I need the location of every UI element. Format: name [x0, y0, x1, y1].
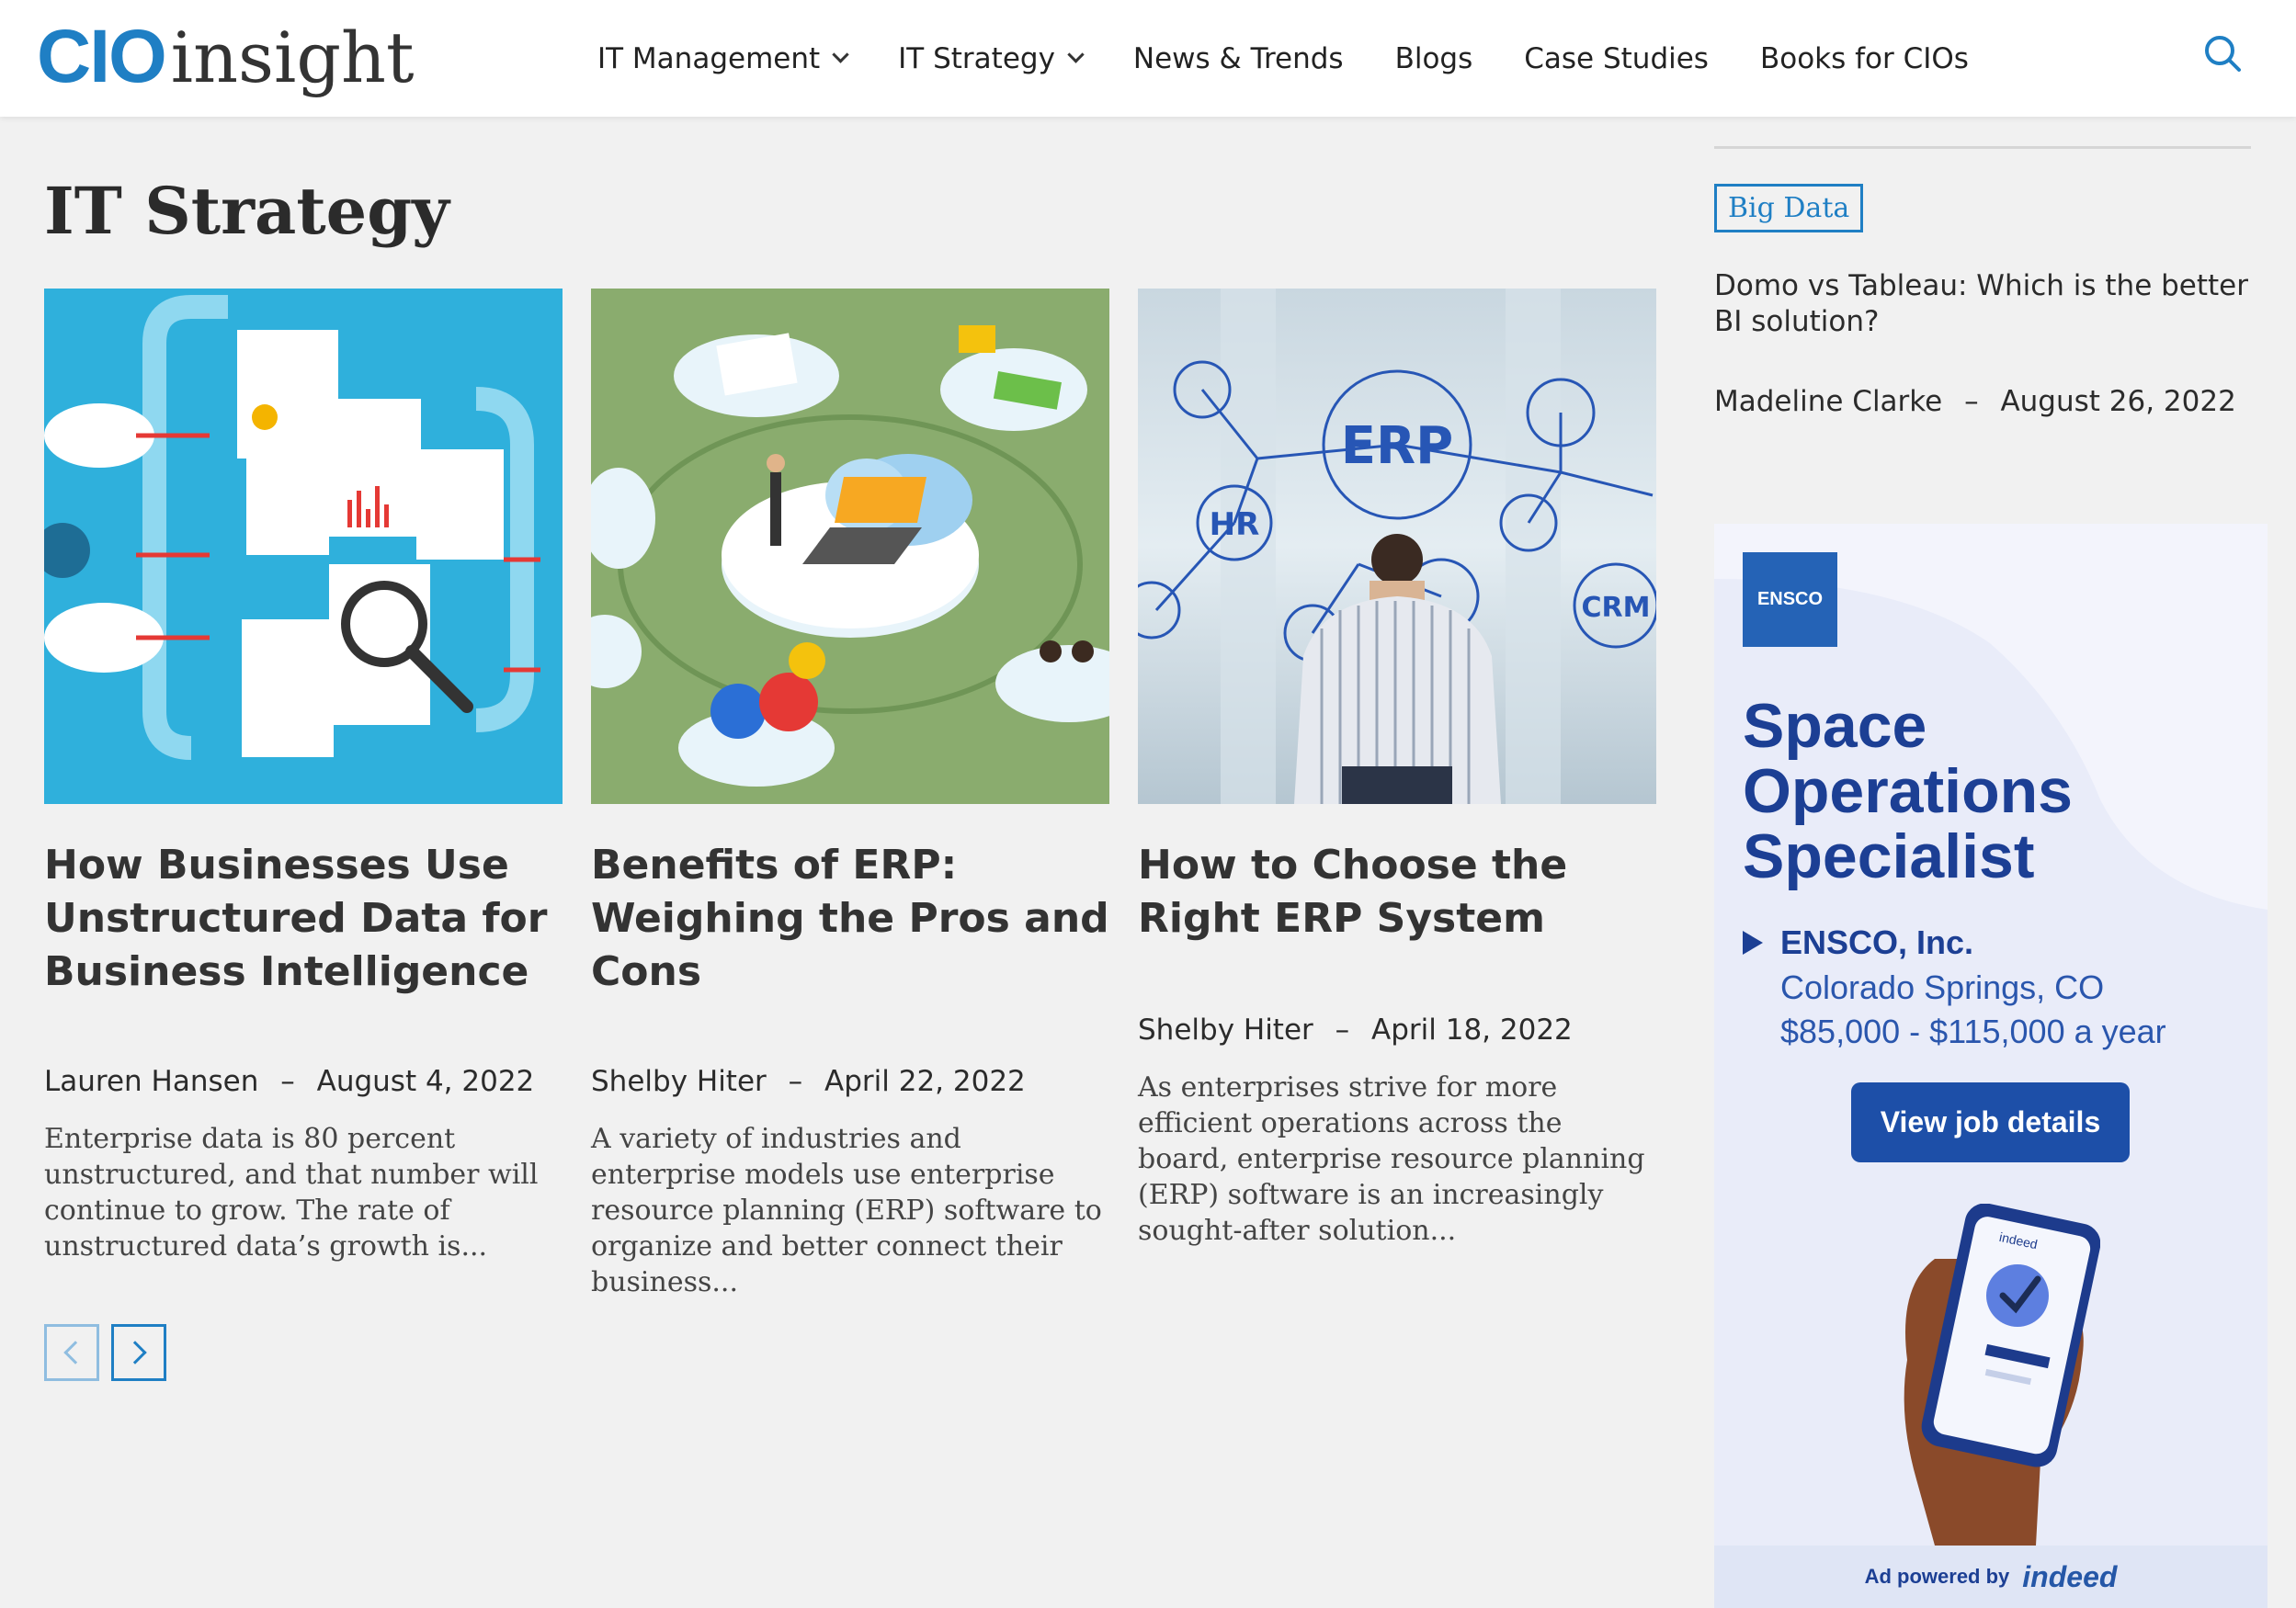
view-job-details-button[interactable]: View job details: [1851, 1082, 2130, 1162]
ensco-logo: ENSCO: [1743, 552, 1837, 647]
meta-separator: –: [280, 1065, 295, 1098]
article-author[interactable]: Shelby Hiter: [591, 1065, 767, 1098]
meta-separator: –: [788, 1065, 803, 1098]
sidebar-article-meta: Madeline Clarke – August 26, 2022: [1714, 385, 2236, 418]
logo-cio-text: CIO: [37, 15, 167, 98]
chevron-down-icon: [1067, 46, 1085, 63]
article-card: How Businesses Use Unstructured Data for…: [44, 289, 563, 1263]
article-image[interactable]: [44, 289, 563, 804]
sidebar-article-title[interactable]: Domo vs Tableau: Which is the better BI …: [1714, 268, 2256, 340]
article-image[interactable]: [591, 289, 1109, 804]
ad-powered-by: Ad powered by: [1864, 1565, 2010, 1588]
article-title[interactable]: How Businesses Use Unstructured Data for…: [44, 839, 563, 999]
article-date: August 26, 2022: [2000, 385, 2236, 418]
article-meta: Lauren Hansen – August 4, 2022: [44, 1065, 534, 1098]
article-meta: Shelby Hiter – April 22, 2022: [591, 1065, 1026, 1098]
article-card: Benefits of ERP: Weighing the Pros and C…: [591, 289, 1109, 1298]
ad-footer: Ad powered by indeed: [1714, 1546, 2268, 1608]
nav-label: IT Management: [597, 41, 821, 75]
article-author[interactable]: Shelby Hiter: [1138, 1013, 1313, 1047]
nav-label: Books for CIOs: [1759, 41, 1969, 75]
article-date: August 4, 2022: [316, 1065, 535, 1098]
article-image[interactable]: ERP HR CRM: [1138, 289, 1656, 804]
category-tag[interactable]: Big Data: [1714, 184, 1864, 232]
site-header: CIO insight IT Management IT Strategy Ne…: [0, 0, 2296, 117]
logo-insight-text: insight: [170, 17, 415, 98]
carousel-prev-button[interactable]: [44, 1324, 99, 1381]
search-icon[interactable]: [2202, 33, 2243, 74]
indeed-logo[interactable]: indeed: [2022, 1560, 2117, 1594]
nav-blogs[interactable]: Blogs: [1395, 42, 1473, 75]
nav-case-studies[interactable]: Case Studies: [1524, 42, 1709, 75]
article-card: ERP HR CRM How to Choose the Right ERP S…: [1138, 289, 1656, 1247]
nav-it-management[interactable]: IT Management: [597, 41, 849, 75]
chevron-left-icon: [63, 1341, 87, 1365]
site-logo[interactable]: CIO insight: [37, 11, 415, 103]
chevron-down-icon: [832, 46, 849, 63]
svg-text:ERP: ERP: [1341, 416, 1453, 476]
article-excerpt: A variety of industries and enterprise m…: [591, 1123, 1102, 1298]
job-ad[interactable]: ENSCO Space Operations Specialist ENSCO,…: [1714, 524, 2268, 1608]
nav-label: News & Trends: [1132, 41, 1344, 75]
main-nav: IT Management IT Strategy News & Trends …: [597, 0, 1969, 117]
article-date: April 18, 2022: [1371, 1013, 1573, 1047]
article-excerpt: Enterprise data is 80 percent unstructur…: [44, 1123, 539, 1263]
play-icon: [1743, 931, 1763, 955]
article-author[interactable]: Lauren Hansen: [44, 1065, 258, 1098]
nav-news-trends[interactable]: News & Trends: [1133, 42, 1344, 75]
article-title[interactable]: Benefits of ERP: Weighing the Pros and C…: [591, 839, 1109, 999]
article-excerpt: As enterprises strive for more efficient…: [1138, 1071, 1645, 1247]
article-title[interactable]: How to Choose the Right ERP System: [1138, 839, 1656, 946]
nav-it-strategy[interactable]: IT Strategy: [898, 41, 1085, 75]
carousel-next-button[interactable]: [111, 1324, 166, 1381]
nav-label: Blogs: [1394, 41, 1473, 75]
article-date: April 22, 2022: [824, 1065, 1026, 1098]
ad-company: ENSCO, Inc.: [1780, 923, 1974, 961]
ad-job-title: Space Operations Specialist: [1743, 691, 2073, 891]
meta-separator: –: [1335, 1013, 1350, 1047]
nav-label: IT Strategy: [898, 41, 1055, 75]
ad-location: Colorado Springs, CO: [1780, 968, 2105, 1006]
nav-label: Case Studies: [1524, 41, 1709, 75]
article-meta: Shelby Hiter – April 18, 2022: [1138, 1013, 1573, 1047]
svg-text:HR: HR: [1210, 506, 1260, 543]
ad-salary: $85,000 - $115,000 a year: [1780, 1013, 2166, 1050]
sidebar-divider: [1714, 146, 2251, 149]
meta-separator: –: [1964, 385, 1979, 418]
svg-text:CRM: CRM: [1582, 592, 1651, 624]
phone-hand-illustration: indeed: [1904, 1204, 2100, 1546]
page-title: IT Strategy: [44, 173, 449, 249]
nav-books-for-cios[interactable]: Books for CIOs: [1760, 42, 1969, 75]
article-author[interactable]: Madeline Clarke: [1714, 385, 1942, 418]
chevron-right-icon: [123, 1341, 147, 1365]
